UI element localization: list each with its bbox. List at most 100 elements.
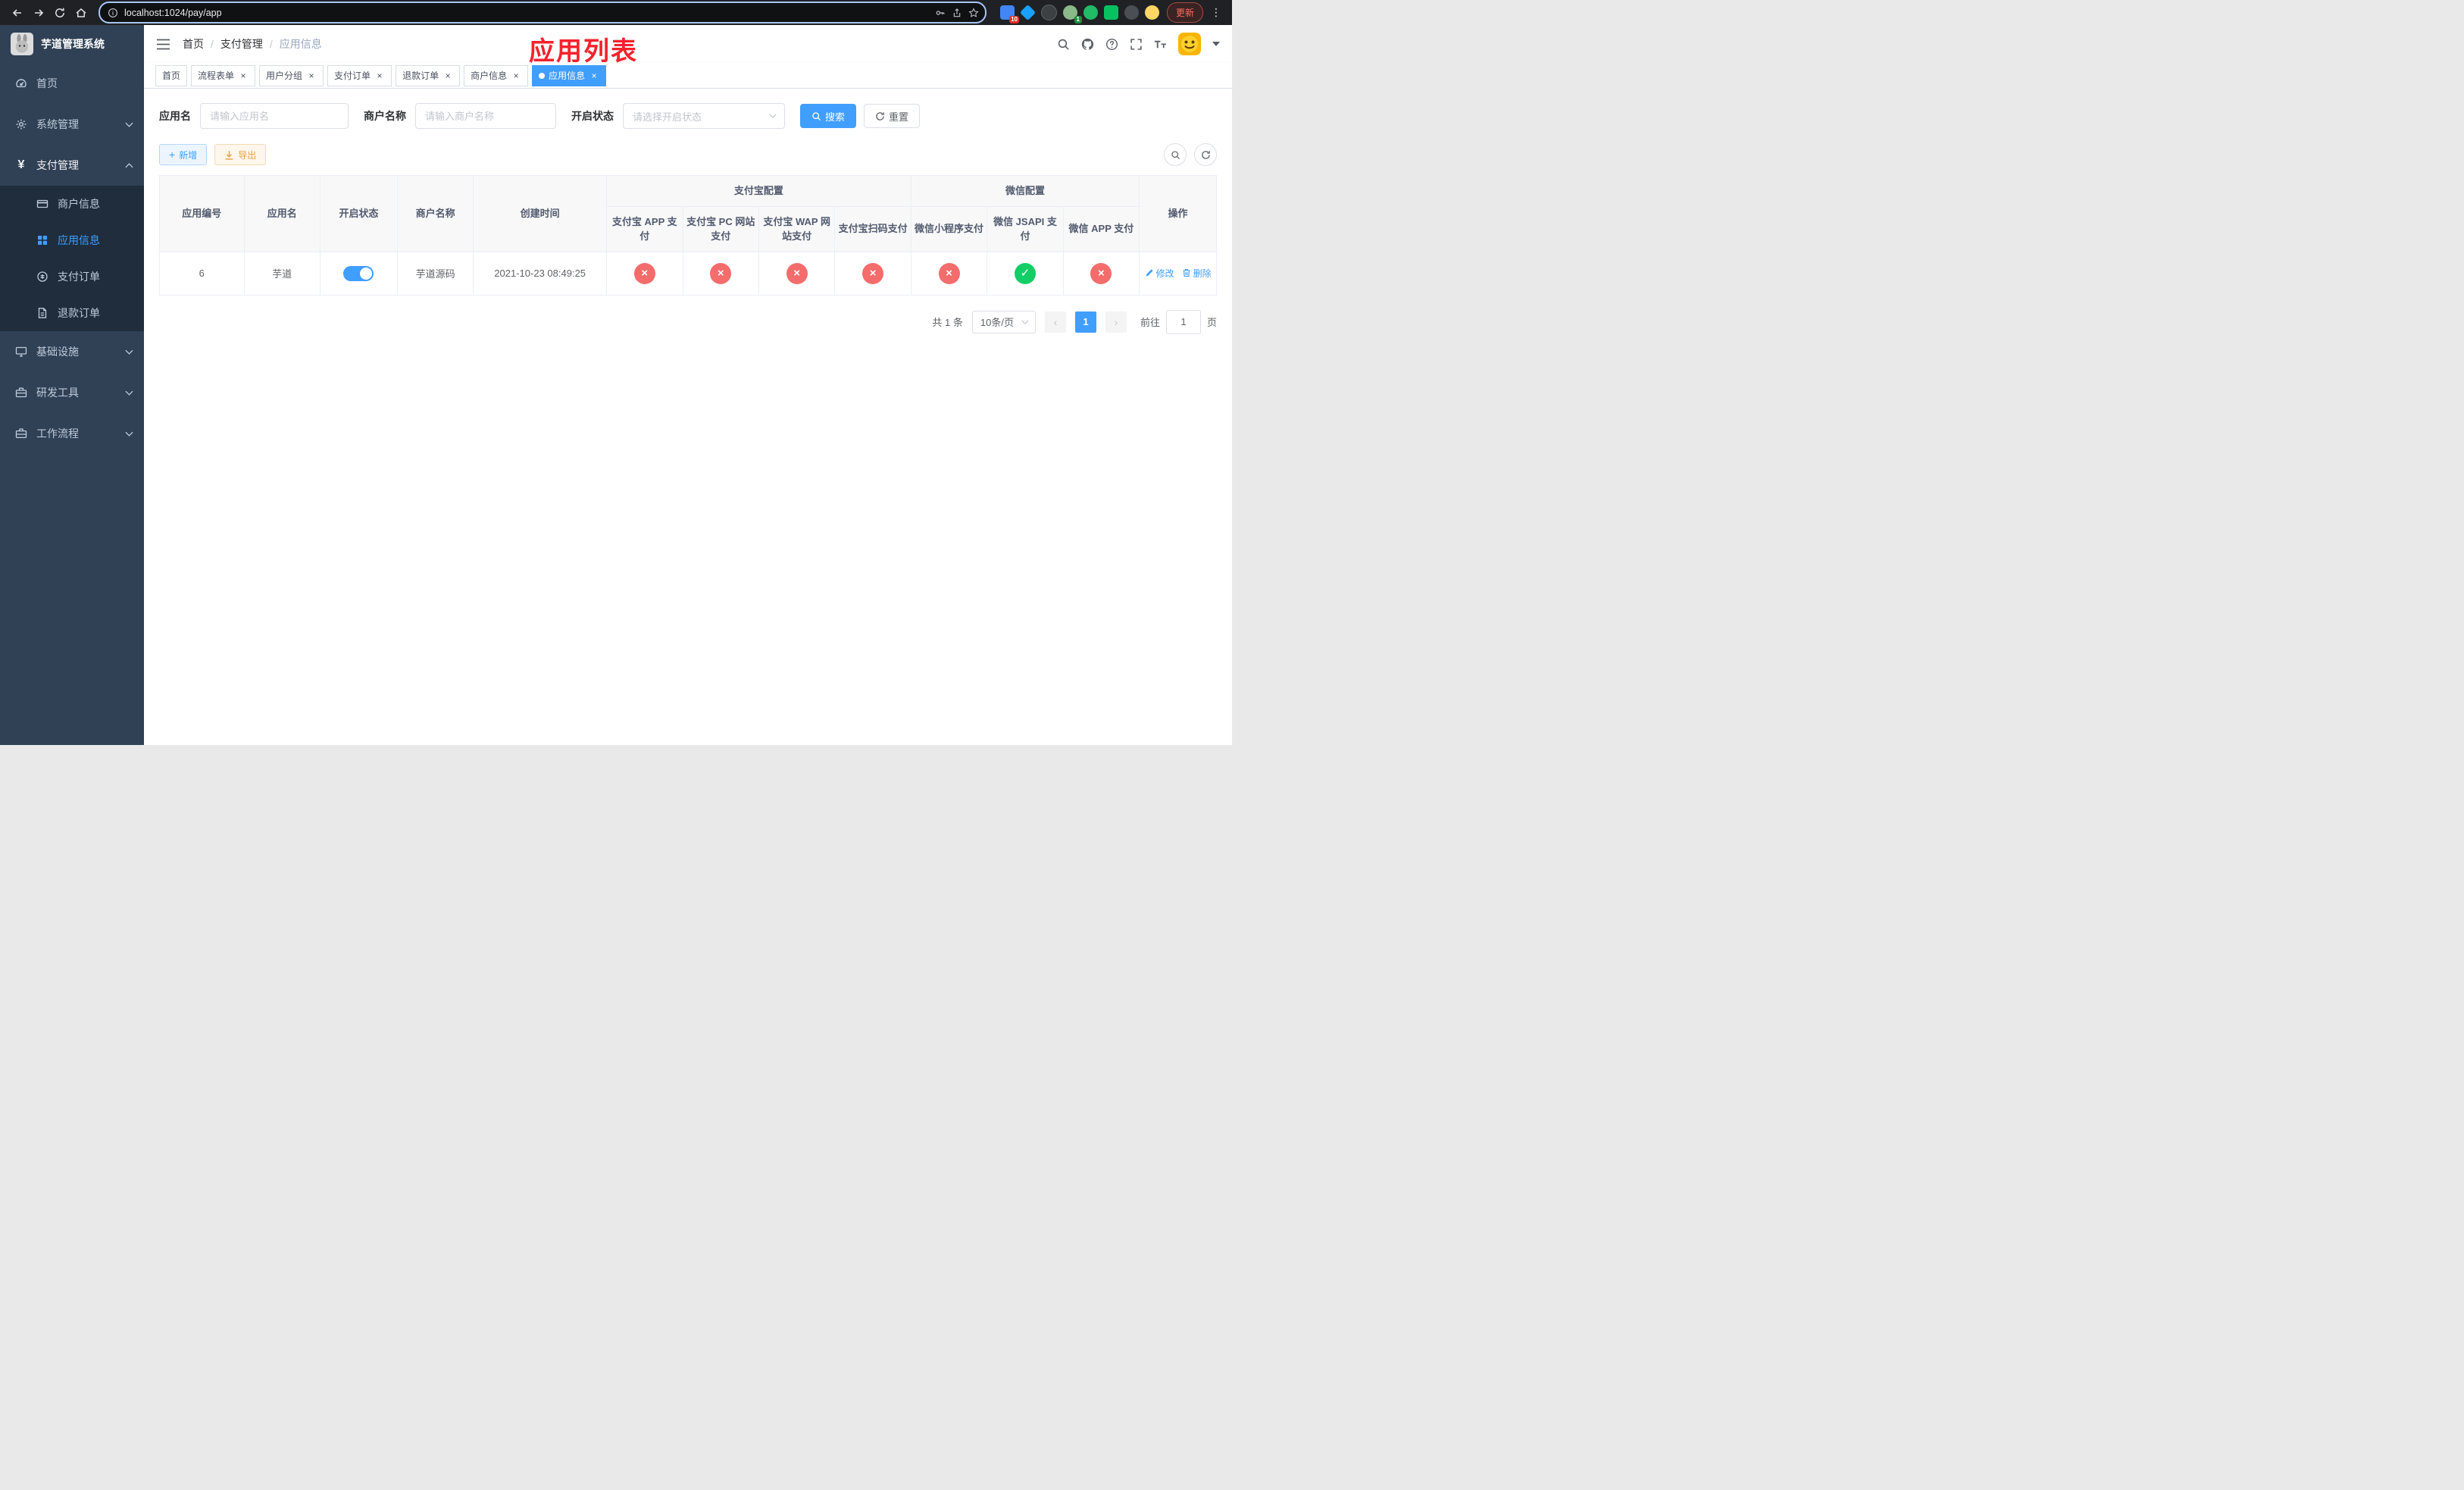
- app-name-input[interactable]: [200, 103, 349, 129]
- app-name-label: 应用名: [159, 110, 191, 122]
- browser-home-button[interactable]: [71, 3, 91, 23]
- search-icon: [812, 111, 821, 121]
- extension-icon-3[interactable]: [1040, 5, 1057, 20]
- col-header-created: 创建时间: [473, 175, 608, 252]
- sidebar-item-infrastructure[interactable]: 基础设施: [0, 331, 144, 372]
- sidebar-logo[interactable]: 芋道管理系统: [0, 25, 144, 63]
- share-icon[interactable]: [952, 8, 962, 18]
- extension-icon-7[interactable]: [1124, 5, 1139, 20]
- delete-link[interactable]: 删除: [1182, 267, 1212, 280]
- tab-label: 商户信息: [471, 70, 508, 81]
- sidebar-item-refund-order[interactable]: 退款订单: [0, 295, 144, 331]
- sidebar-item-merchant-info[interactable]: 商户信息: [0, 186, 144, 222]
- reset-button[interactable]: 重置: [864, 104, 921, 128]
- tab-refund-order[interactable]: 退款订单 ×: [396, 64, 461, 86]
- breadcrumb-current: 应用信息: [279, 38, 322, 50]
- back-arrow-icon: [12, 8, 21, 17]
- toggle-search-button[interactable]: [1164, 143, 1187, 166]
- col-header-app-id: 应用编号: [159, 175, 245, 252]
- close-icon[interactable]: ×: [511, 70, 521, 81]
- close-icon[interactable]: ×: [374, 70, 385, 81]
- status-select[interactable]: 请选择开启状态: [623, 103, 785, 129]
- caret-down-icon[interactable]: [1212, 42, 1220, 46]
- sidebar-item-payment[interactable]: ¥ 支付管理: [0, 145, 144, 186]
- emoji-extension-icon[interactable]: [1144, 5, 1159, 20]
- extension-icon-5[interactable]: [1083, 5, 1098, 20]
- bookmark-star-icon[interactable]: [968, 7, 979, 18]
- sidebar-item-app-info[interactable]: 应用信息: [0, 222, 144, 258]
- search-button[interactable]: 搜索: [800, 104, 857, 128]
- pencil-icon: [1146, 269, 1153, 277]
- password-key-icon[interactable]: [935, 8, 946, 18]
- profile-extension-icon[interactable]: 1: [1062, 5, 1082, 23]
- refresh-table-button[interactable]: [1194, 143, 1217, 166]
- goto-page-input[interactable]: [1165, 309, 1201, 334]
- sidebar-item-workflow[interactable]: 工作流程: [0, 413, 144, 454]
- prev-page-button[interactable]: ‹: [1044, 311, 1066, 333]
- payment-submenu: 商户信息 应用信息 支付订单 退款订单: [0, 186, 144, 331]
- export-button[interactable]: 导出: [214, 144, 267, 165]
- close-icon[interactable]: ×: [442, 70, 453, 81]
- credit-card-icon: [36, 198, 48, 210]
- tab-app-info[interactable]: 应用信息 ×: [532, 64, 607, 86]
- github-icon[interactable]: [1081, 38, 1094, 51]
- browser-reload-button[interactable]: [50, 3, 70, 23]
- logo-avatar: [11, 33, 33, 55]
- goto-label: 前往: [1140, 317, 1160, 328]
- fullscreen-icon[interactable]: [1130, 38, 1143, 51]
- extension-icon-6[interactable]: [1103, 5, 1118, 20]
- pagination: 共 1 条 10条/页 ‹ 1 › 前往 页: [159, 309, 1217, 334]
- extension-icon-2[interactable]: [1019, 4, 1037, 21]
- sidebar-item-dev-tools[interactable]: 研发工具: [0, 372, 144, 413]
- breadcrumb-home[interactable]: 首页: [183, 36, 204, 52]
- tab-merchant-info[interactable]: 商户信息 ×: [464, 64, 529, 86]
- url-text[interactable]: localhost:1024/pay/app: [124, 8, 929, 18]
- close-icon[interactable]: ×: [238, 70, 249, 81]
- status-flag-icon: ×: [938, 262, 960, 284]
- page-number-button[interactable]: 1: [1074, 311, 1096, 333]
- add-button[interactable]: + 新增: [159, 144, 208, 165]
- sidebar-item-system[interactable]: 系统管理: [0, 104, 144, 145]
- close-icon[interactable]: ×: [589, 70, 599, 81]
- user-avatar[interactable]: [1178, 33, 1201, 55]
- tab-user-group[interactable]: 用户分组 ×: [259, 64, 324, 86]
- sidebar-item-pay-order[interactable]: 支付订单: [0, 258, 144, 295]
- annotation-title: 应用列表: [529, 37, 638, 66]
- search-icon[interactable]: [1057, 38, 1070, 51]
- refresh-icon: [876, 111, 884, 121]
- browser-update-button[interactable]: 更新: [1166, 2, 1203, 23]
- merchant-name-input[interactable]: [415, 103, 556, 129]
- status-flag-icon: ×: [1090, 262, 1112, 284]
- sidebar-item-home[interactable]: 首页: [0, 63, 144, 104]
- address-bar[interactable]: localhost:1024/pay/app: [98, 2, 987, 23]
- tab-process-form[interactable]: 流程表单 ×: [191, 64, 256, 86]
- tab-home[interactable]: 首页: [155, 64, 188, 86]
- browser-forward-button[interactable]: [29, 3, 48, 23]
- sidebar-item-label: 退款订单: [58, 307, 100, 319]
- status-label: 开启状态: [571, 110, 614, 122]
- sidebar-toggle-icon[interactable]: [156, 39, 170, 50]
- breadcrumb-payment[interactable]: 支付管理: [220, 36, 263, 52]
- download-icon: [225, 150, 233, 160]
- browser-menu-icon[interactable]: ⋮: [1205, 6, 1224, 19]
- tab-label: 应用信息: [549, 70, 586, 81]
- site-info-icon[interactable]: [108, 8, 118, 18]
- status-toggle[interactable]: [343, 265, 374, 281]
- app-title: 芋道管理系统: [41, 38, 105, 50]
- page-size-select[interactable]: 10条/页: [971, 310, 1036, 333]
- next-page-button[interactable]: ›: [1105, 311, 1127, 333]
- select-caret-icon: [769, 114, 777, 118]
- extension-icon-1[interactable]: 10: [999, 5, 1019, 23]
- sidebar-item-label: 首页: [36, 77, 58, 89]
- col-header-wechat-app: 微信 APP 支付: [1062, 205, 1140, 252]
- tab-label: 首页: [162, 70, 181, 81]
- close-icon[interactable]: ×: [306, 70, 317, 81]
- edit-link[interactable]: 修改: [1145, 267, 1174, 280]
- browser-back-button[interactable]: [8, 3, 27, 23]
- table-row: 6 芋道 芋道源码 2021-10-23 08:49:25 × × × × ×: [159, 251, 1217, 296]
- tab-label: 支付订单: [334, 70, 371, 81]
- cell-merchant: 芋道源码: [396, 251, 474, 296]
- font-size-icon[interactable]: [1154, 38, 1167, 51]
- help-icon[interactable]: [1105, 38, 1118, 51]
- tab-pay-order[interactable]: 支付订单 ×: [327, 64, 392, 86]
